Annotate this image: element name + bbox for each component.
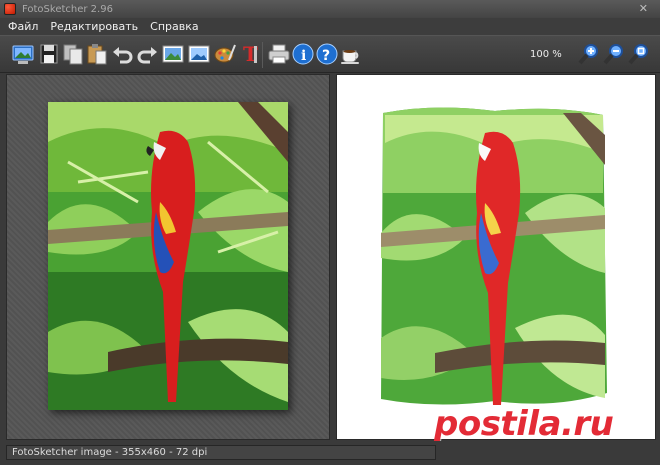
original-image-icon: [162, 45, 184, 63]
result-image-icon: [188, 45, 210, 63]
open-image-icon: [12, 45, 34, 64]
zoom-level-label: 100 %: [530, 49, 562, 60]
redo-button[interactable]: [134, 40, 160, 68]
show-result-button[interactable]: [186, 40, 212, 68]
menu-bar: Файл Редактировать Справка: [0, 18, 660, 35]
svg-text:i: i: [301, 48, 306, 64]
result-sketch: [375, 103, 611, 413]
window-title: FotoSketcher 2.96: [22, 3, 113, 15]
show-original-button[interactable]: [160, 40, 186, 68]
save-button[interactable]: [36, 40, 62, 68]
palette-icon: [214, 44, 236, 63]
zoom-fit-icon: [628, 44, 648, 65]
undo-button[interactable]: [110, 40, 136, 68]
text-tool-button[interactable]: T: [238, 40, 264, 68]
effects-palette-button[interactable]: [212, 40, 238, 68]
help-button[interactable]: ?: [314, 40, 340, 68]
help-icon: ?: [316, 43, 338, 65]
paste-button[interactable]: [84, 40, 110, 68]
copy-icon: [63, 44, 83, 65]
info-icon: i: [292, 43, 314, 65]
open-image-button[interactable]: [10, 40, 36, 68]
text-tool-icon: T: [243, 42, 258, 66]
paste-icon: [87, 44, 107, 65]
menu-help[interactable]: Справка: [148, 20, 200, 33]
status-bar: FotoSketcher image - 355x460 - 72 dpi: [0, 441, 660, 465]
coffee-icon: [341, 50, 359, 64]
copy-button[interactable]: [60, 40, 86, 68]
watermark: postila.ru: [434, 404, 614, 444]
print-button[interactable]: [266, 40, 292, 68]
app-logo-icon: [4, 3, 16, 15]
info-button[interactable]: i: [290, 40, 316, 68]
zoom-in-button[interactable]: [576, 40, 602, 68]
zoom-in-icon: [578, 44, 598, 65]
save-icon: [40, 44, 58, 64]
zoom-fit-button[interactable]: [626, 40, 652, 68]
menu-edit[interactable]: Редактировать: [48, 20, 140, 33]
svg-text:?: ?: [322, 48, 330, 64]
toolbar: T i ? 100 %: [0, 35, 660, 73]
redo-icon: [137, 47, 157, 64]
original-image-panel[interactable]: [6, 74, 330, 440]
donate-coffee-button[interactable]: [338, 40, 364, 68]
title-bar: FotoSketcher 2.96 ✕: [0, 0, 660, 18]
result-image-panel[interactable]: [336, 74, 656, 440]
zoom-out-button[interactable]: [601, 40, 627, 68]
menu-file[interactable]: Файл: [6, 20, 40, 33]
original-photo: [48, 102, 288, 410]
image-info-status: FotoSketcher image - 355x460 - 72 dpi: [6, 445, 436, 460]
zoom-out-icon: [603, 44, 623, 65]
undo-icon: [113, 47, 133, 64]
print-icon: [268, 44, 290, 64]
close-window-button[interactable]: ✕: [639, 2, 648, 15]
